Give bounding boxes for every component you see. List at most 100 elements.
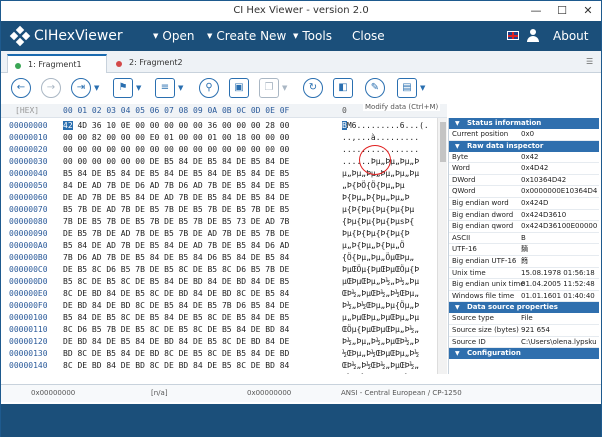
hex-row[interactable]: B5 8C DE B5 8C DE B5 84 DE BD 84 DE BD 8… (63, 276, 289, 288)
ascii-row[interactable]: ..‚...à......... (342, 132, 429, 144)
back-icon[interactable]: ← (11, 78, 31, 98)
hex-row[interactable]: B5 84 DE B5 84 DE B5 84 DE B5 84 DE B5 8… (63, 168, 289, 180)
ascii-row[interactable]: {Ö­{Þµ„Þµ„ÖµŒÞµ„ (342, 252, 429, 264)
ascii-row[interactable]: ½ŒÞµ„Þ½ŒÞµŒÞµ„Þ½ (342, 348, 429, 360)
property-row[interactable]: Big endian UTF-16 䉍 (449, 256, 599, 268)
menu-about[interactable]: About (553, 29, 588, 43)
property-row[interactable]: ASCII B (449, 233, 599, 245)
hex-row[interactable]: 8C DE BD 84 DE BD 8C DE BD 84 DE B5 8C D… (63, 360, 289, 372)
minimize-button[interactable]: — (523, 1, 549, 21)
configuration-header[interactable]: ▼ Configuration (449, 348, 599, 360)
modify-data-pencil-icon[interactable]: ✎ (365, 78, 385, 98)
hex-row[interactable]: 7B DE B5 7B DE B5 7B DE B5 7B DE B5 73 D… (63, 216, 289, 228)
ascii-row[interactable]: Þ½„Þµ„Þ½„ÞµŒÞ½„Þ (342, 336, 429, 348)
uk-flag-icon[interactable] (507, 31, 519, 40)
property-row[interactable]: Big endian word 0x424D (449, 198, 599, 210)
property-row[interactable]: UTF-16 䵂 (449, 244, 599, 256)
property-value: 01.04.2005 11:52:48 (521, 280, 595, 289)
property-row[interactable]: Unix time 15.08.1978 01:56:18 (449, 268, 599, 280)
hex-row[interactable]: 00 00 00 00 00 00 DE B5 84 DE B5 84 DE B… (63, 156, 289, 168)
bookmark-dropdown-icon[interactable]: ▼ (136, 84, 141, 92)
property-row[interactable]: DWord 0x10364D42 (449, 175, 599, 187)
menu-open[interactable]: ▼ Open (153, 29, 194, 43)
ascii-row[interactable]: Þ­{Þµ„Þ­{Þµ„Þµ„Þ (342, 192, 429, 204)
property-row[interactable]: Big endian dword 0x424D3610 (449, 210, 599, 222)
property-row[interactable]: Byte 0x42 (449, 152, 599, 164)
search-icon[interactable]: ⚲ (199, 78, 219, 98)
hex-row[interactable]: 8C D6 B5 7B DE B5 8C DE B5 8C DE B5 84 D… (63, 324, 289, 336)
save-icon[interactable]: ▤ (397, 78, 417, 98)
hex-row[interactable]: DE BD 84 DE B5 84 DE BD 84 DE B5 8C DE B… (63, 336, 289, 348)
ascii-row[interactable]: Þ½„Þ½ŒÞµ„Þµ{Öµ„Þ (342, 300, 429, 312)
hex-scrollbar[interactable] (437, 118, 447, 374)
property-row[interactable]: Current position 0x0 (449, 129, 599, 141)
forward-icon[interactable]: → (41, 78, 61, 98)
ascii-row[interactable]: Þµ{Þ­{Þµ{Þ­{Þµ{Þ (342, 228, 429, 240)
go-to-dropdown-icon[interactable]: ▼ (94, 84, 99, 92)
ascii-row[interactable]: µ{Þ­{Þµ{Þµ{Þµ{Þµ (342, 204, 429, 216)
list-icon[interactable]: ≡ (155, 78, 175, 98)
go-to-icon[interactable]: ⇥ (71, 78, 91, 98)
menu-tools[interactable]: ▼ Tools (293, 29, 332, 43)
menu-create-new[interactable]: ▼ Create New (207, 29, 286, 43)
property-row[interactable]: Source type File (449, 313, 599, 325)
property-row[interactable]: Windows file time 01.01.1601 01:40:40 (449, 291, 599, 303)
selected-byte[interactable]: 42 (63, 121, 73, 130)
ascii-row[interactable]: „Þ­{ÞÖ­{Ö­{Þµ„Þµ (342, 180, 429, 192)
close-window-button[interactable]: ✕ (575, 1, 601, 21)
ascii-row[interactable]: ŒÞ½„ÞµŒÞ½„Þ½ŒÞµ„ (342, 288, 429, 300)
ascii-row[interactable]: µ„ÞµŒÞµ„ÞµŒÞµ„Þµ (342, 312, 429, 324)
menu-close[interactable]: Close (352, 29, 385, 43)
export-icon[interactable]: ▣ (229, 78, 249, 98)
property-row[interactable]: Word 0x4D42 (449, 163, 599, 175)
scroll-thumb[interactable] (440, 122, 446, 162)
property-row[interactable]: Source ID C:\Users\olena.lypsku (449, 337, 599, 349)
refresh-icon[interactable]: ↻ (303, 78, 323, 98)
ascii-row[interactable]: {Þµ{Þµ{Þµ{ÞµsÞ­{ (342, 216, 429, 228)
ascii-row[interactable]: ÞµŒÖµ{ÞµŒÞµŒÖµ{Þ (342, 264, 429, 276)
hex-row[interactable]: B5 84 DE B5 8C DE B5 84 DE B5 8C DE B5 8… (63, 312, 289, 324)
panel-toggle-icon[interactable]: ◧ (333, 78, 353, 98)
hex-row[interactable]: DE AD 7B DE B5 84 DE AD 7B DE B5 84 DE B… (63, 192, 289, 204)
hex-row[interactable]: DE BD 8C DE BD 8C DE B5 8C DE B5 8C DE B… (63, 372, 289, 374)
hex-row[interactable]: DE B5 7B DE AD 7B DE B5 7B DE AD 7B DE B… (63, 228, 289, 240)
hex-row[interactable]: 00 00 82 00 00 00 E0 01 00 00 01 00 18 0… (63, 132, 289, 144)
user-icon[interactable] (527, 29, 539, 42)
property-row[interactable]: Source size (bytes) 921 654 (449, 325, 599, 337)
tab-fragment1[interactable]: 1: Fragment1 (7, 54, 107, 73)
property-row[interactable]: QWord 0x0000000E10364D4 (449, 186, 599, 198)
hex-row[interactable]: DE B5 8C D6 B5 7B DE B5 8C DE B5 8C D6 B… (63, 264, 289, 276)
ascii-row[interactable]: µŒÞµŒÞµ„Þ½„Þ½„Þµ (342, 276, 429, 288)
hex-row[interactable]: 7B D6 AD 7B DE B5 84 DE B5 84 D6 B5 84 D… (63, 252, 289, 264)
byte-grid[interactable]: 42 4D 36 10 0E 00 00 00 00 00 36 00 00 0… (63, 120, 289, 374)
hex-row[interactable]: B5 7B DE AD 7B DE B5 7B DE B5 7B DE B5 7… (63, 204, 289, 216)
ascii-row[interactable]: Þ½ŒÞ½ŒÞµŒÞµŒÞ½„Þ (342, 372, 429, 374)
hex-row[interactable]: B5 84 DE AD 7B DE B5 84 DE AD 7B DE B5 8… (63, 240, 289, 252)
hex-row[interactable]: BD 8C DE B5 84 DE BD 8C DE B5 8C DE B5 8… (63, 348, 289, 360)
save-dropdown-icon[interactable]: ▼ (420, 84, 425, 92)
status-information-header[interactable]: ▼ Status information (449, 118, 599, 129)
bottom-bar (1, 404, 601, 437)
ascii-row[interactable]: µ„Þ­{Þµ„Þ­{Þµ„Ö­ (342, 240, 429, 252)
tab-fragment2[interactable]: 2: Fragment2 (109, 54, 209, 73)
ascii-row[interactable]: ŒÞ½„Þ½ŒÞ½„ÞµŒÞ½„ (342, 360, 429, 372)
hex-row[interactable]: 8C DE BD 84 DE B5 8C DE BD 84 DE BD 8C D… (63, 288, 289, 300)
hex-row[interactable]: 84 DE AD 7B DE D6 AD 7B D6 AD 7B DE B5 8… (63, 180, 289, 192)
maximize-button[interactable]: ☐ (549, 1, 575, 21)
copy-dropdown-icon[interactable]: ▼ (282, 84, 287, 92)
property-value: 䵂 (521, 245, 528, 254)
ascii-row[interactable]: ŒÖµ{ÞµŒÞµŒÞµ„Þ½„ (342, 324, 429, 336)
list-dropdown-icon[interactable]: ▼ (178, 84, 183, 92)
bookmark-icon[interactable]: ⚑ (113, 78, 133, 98)
raw-data-inspector-header[interactable]: ▼ Raw data inspector (449, 140, 599, 152)
data-source-properties-header[interactable]: ▼ Data source properties (449, 302, 599, 314)
hex-row[interactable]: DE BD 84 DE BD 8C DE B5 84 DE B5 7B D6 B… (63, 300, 289, 312)
hex-row[interactable]: 4D 36 10 0E 00 00 00 00 00 36 00 00 00 2… (73, 121, 289, 130)
status-encoding[interactable]: ANSI - Central European / CP-1250 (341, 389, 462, 397)
tab-list-icon[interactable]: ☰ (586, 57, 593, 66)
hex-row[interactable]: 00 00 00 00 00 00 00 00 00 00 00 00 00 0… (63, 144, 289, 156)
copy-icon[interactable]: ❐ (259, 78, 279, 98)
property-row[interactable]: Big endian unix time 01.04.2005 11:52:48 (449, 279, 599, 291)
ascii-row[interactable]: M6.........6...(. (347, 121, 429, 130)
property-row[interactable]: Big endian qword 0x424D36100E00000 (449, 221, 599, 233)
